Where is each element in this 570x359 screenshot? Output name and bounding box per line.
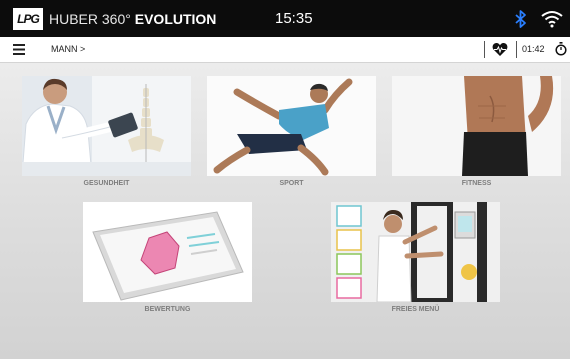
tile-gesundheit[interactable]: GESUNDHEIT	[22, 76, 191, 189]
sport-image	[207, 76, 376, 176]
fitness-image	[392, 76, 561, 176]
tile-bewertung[interactable]: BEWERTUNG	[83, 202, 252, 315]
app-title-normal: HUBER 360°	[49, 11, 131, 27]
tile-label: FREIES MENÜ	[391, 306, 440, 313]
tile-label: FITNESS	[461, 180, 492, 187]
bluetooth-icon[interactable]	[514, 9, 528, 29]
tile-label: BEWERTUNG	[144, 306, 191, 313]
health-image	[22, 76, 191, 176]
stopwatch-icon[interactable]	[555, 42, 567, 56]
tile-label: GESUNDHEIT	[83, 180, 130, 187]
top-bar: LPG HUBER 360° EVOLUTION 15:35	[0, 0, 570, 37]
breadcrumb[interactable]: MANN >	[51, 43, 85, 56]
tile-fitness[interactable]: FITNESS	[392, 76, 561, 189]
lpg-logo: LPG	[13, 8, 43, 30]
app-title: HUBER 360° EVOLUTION	[49, 9, 216, 29]
clock: 15:35	[275, 10, 313, 27]
menu-icon[interactable]	[13, 44, 25, 55]
heart-rate-icon[interactable]	[492, 42, 508, 57]
wifi-icon[interactable]	[541, 10, 563, 28]
divider	[516, 41, 517, 58]
tile-sport[interactable]: SPORT	[207, 76, 376, 189]
tile-freies-menu[interactable]: FREIES MENÜ	[331, 202, 500, 315]
divider	[484, 41, 485, 58]
tile-label: SPORT	[279, 180, 304, 187]
main-content: GESUNDHEIT SPORT FITNESS BEWERTUNG FREIE…	[0, 63, 570, 359]
assessment-image	[83, 202, 252, 302]
app-title-bold: EVOLUTION	[134, 11, 217, 27]
sub-bar: MANN > 01:42	[0, 37, 570, 63]
session-timer: 01:42	[522, 44, 545, 54]
free-menu-image	[331, 202, 500, 302]
